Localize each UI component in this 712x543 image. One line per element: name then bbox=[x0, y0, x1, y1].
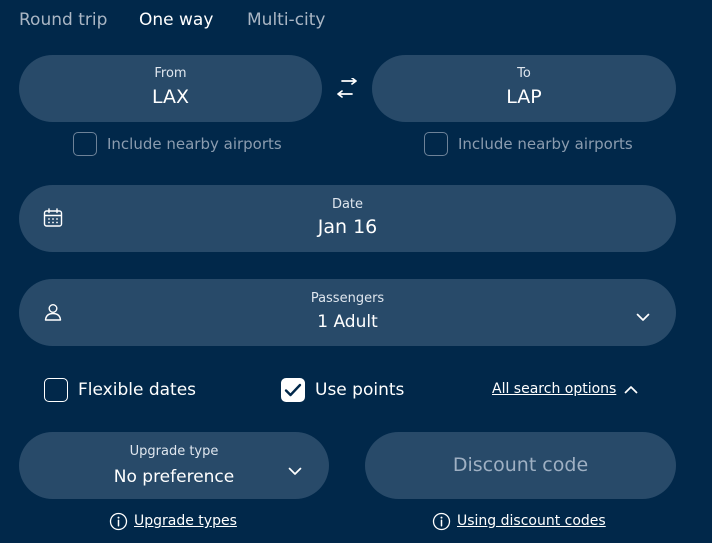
upgrade-types-label: Upgrade types bbox=[134, 513, 237, 529]
flight-search-form: Round trip One way Multi-city From LAX T… bbox=[0, 0, 712, 543]
discount-code-input[interactable]: Discount code bbox=[365, 432, 676, 499]
chevron-down-icon bbox=[636, 307, 650, 326]
date-label: Date bbox=[331, 197, 364, 212]
from-label: From bbox=[154, 66, 187, 81]
checkbox-box[interactable] bbox=[424, 132, 448, 156]
upgrade-types-link[interactable]: Upgrade types bbox=[109, 511, 237, 531]
upgrade-type-dropdown[interactable]: Upgrade type No preference bbox=[19, 432, 329, 499]
chevron-down-icon bbox=[288, 461, 302, 480]
from-nearby-airports-checkbox[interactable]: Include nearby airports bbox=[73, 132, 282, 156]
checkbox-box[interactable] bbox=[44, 378, 68, 402]
using-discount-codes-label: Using discount codes bbox=[457, 513, 606, 529]
checkbox-box[interactable] bbox=[281, 378, 305, 402]
checkbox-box[interactable] bbox=[73, 132, 97, 156]
upgrade-type-label: Upgrade type bbox=[129, 444, 219, 459]
to-field[interactable]: To LAP bbox=[372, 55, 676, 122]
use-points-label: Use points bbox=[315, 380, 405, 400]
tab-round-trip[interactable]: Round trip bbox=[19, 8, 107, 32]
discount-code-placeholder: Discount code bbox=[452, 454, 589, 476]
swap-arrows-icon[interactable] bbox=[335, 77, 359, 100]
date-value: Jan 16 bbox=[317, 216, 378, 238]
using-discount-codes-link[interactable]: Using discount codes bbox=[432, 511, 606, 531]
upgrade-type-value: No preference bbox=[113, 467, 235, 487]
from-field[interactable]: From LAX bbox=[19, 55, 322, 122]
date-field[interactable]: Date Jan 16 bbox=[19, 185, 676, 252]
info-icon bbox=[432, 512, 451, 531]
chevron-up-icon bbox=[624, 385, 638, 394]
flexible-dates-label: Flexible dates bbox=[78, 380, 197, 400]
passengers-dropdown[interactable]: Passengers 1 Adult bbox=[19, 279, 676, 346]
all-search-options-toggle[interactable]: All search options bbox=[492, 378, 638, 400]
info-icon bbox=[109, 512, 128, 531]
checkmark-icon bbox=[284, 383, 302, 397]
all-search-options-label: All search options bbox=[492, 381, 617, 397]
from-nearby-label: Include nearby airports bbox=[107, 135, 282, 153]
passengers-label: Passengers bbox=[310, 291, 385, 306]
to-nearby-airports-checkbox[interactable]: Include nearby airports bbox=[424, 132, 633, 156]
to-label: To bbox=[517, 66, 531, 81]
passengers-value: 1 Adult bbox=[317, 312, 378, 332]
tab-multi-city[interactable]: Multi-city bbox=[247, 8, 325, 32]
from-value: LAX bbox=[151, 86, 190, 108]
tab-one-way[interactable]: One way bbox=[139, 8, 213, 32]
use-points-checkbox[interactable]: Use points bbox=[281, 378, 404, 402]
flexible-dates-checkbox[interactable]: Flexible dates bbox=[44, 378, 196, 402]
to-nearby-label: Include nearby airports bbox=[458, 135, 633, 153]
to-value: LAP bbox=[506, 86, 542, 108]
